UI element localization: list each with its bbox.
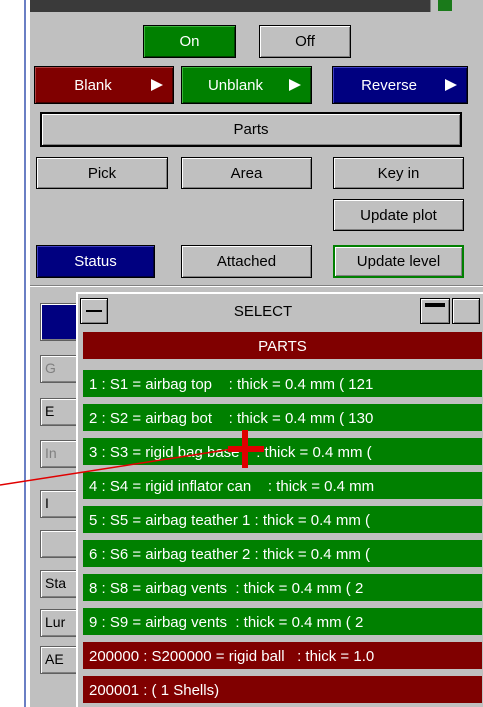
update-plot-label: Update plot [360,206,437,224]
attached-button[interactable]: Attached [181,245,312,278]
list-item[interactable]: 4 : S4 = rigid inflator can : thick = 0.… [82,471,483,500]
divider [30,285,483,287]
maximize-button[interactable] [420,298,450,324]
underlying-button-7[interactable]: Sta [40,570,80,598]
off-button[interactable]: Off [259,25,351,58]
key-in-button-label: Key in [377,164,420,182]
on-button-label: On [179,33,200,50]
list-item[interactable]: 1 : S1 = airbag top : thick = 0.4 mm ( 1… [82,369,483,398]
update-plot-button[interactable]: Update plot [333,199,464,231]
window-menu-button[interactable] [80,298,108,324]
list-item[interactable]: 8 : S8 = airbag vents : thick = 0.4 mm (… [82,573,483,602]
list-item[interactable]: 200001 : ( 1 Shells) [82,675,483,704]
menu-arrow-icon [289,79,301,91]
minimize-dash-icon [86,310,102,312]
entity-type-label: Parts [233,121,269,138]
parts-header: PARTS [82,331,483,360]
pick-button[interactable]: Pick [36,157,168,189]
pick-button-label: Pick [87,164,117,182]
list-item[interactable]: 200000 : S200000 = rigid ball : thick = … [82,641,483,670]
blank-button-label: Blank [74,76,112,94]
underlying-button-1[interactable] [40,303,80,341]
reverse-button-label: Reverse [361,76,417,94]
list-item[interactable]: 3 : S3 = rigid bag base : thick = 0.4 mm… [82,437,483,466]
area-button[interactable]: Area [181,157,312,189]
maximize-icon [425,303,445,307]
off-button-label: Off [295,33,315,50]
area-button-label: Area [230,164,263,182]
key-in-button[interactable]: Key in [333,157,464,189]
list-item[interactable]: 5 : S5 = airbag teather 1 : thick = 0.4 … [82,505,483,534]
entity-type-selector[interactable]: Parts [40,112,462,147]
status-button-label: Status [74,253,117,270]
top-indicator-icon [438,0,452,11]
update-level-button[interactable]: Update level [333,245,464,278]
reverse-button[interactable]: Reverse [332,66,468,104]
window-left-edge [24,0,26,707]
underlying-button-4[interactable]: In [40,440,80,468]
menu-arrow-icon [445,79,457,91]
attached-button-label: Attached [216,253,277,270]
underlying-button-6[interactable] [40,530,80,558]
update-level-label: Update level [356,253,441,270]
unblank-button-label: Unblank [207,76,264,94]
unblank-button[interactable]: Unblank [181,66,312,104]
menu-arrow-icon [151,79,163,91]
list-item[interactable]: 2 : S2 = airbag bot : thick = 0.4 mm ( 1… [82,403,483,432]
underlying-button-2[interactable]: G [40,355,80,383]
list-item[interactable]: 9 : S9 = airbag vents : thick = 0.4 mm (… [82,607,483,636]
blank-button[interactable]: Blank [34,66,174,104]
underlying-button-9[interactable]: AE [40,646,80,674]
underlying-button-5[interactable]: I [40,490,80,518]
status-button[interactable]: Status [36,245,155,278]
close-button[interactable] [452,298,480,324]
select-title: SELECT [233,302,293,320]
select-titlebar[interactable]: SELECT [80,296,483,328]
on-button[interactable]: On [143,25,236,58]
underlying-button-3[interactable]: E [40,398,80,426]
underlying-button-8[interactable]: Lur [40,609,80,637]
list-item[interactable]: 6 : S6 = airbag teather 2 : thick = 0.4 … [82,539,483,568]
top-scrollbar[interactable] [30,0,430,12]
